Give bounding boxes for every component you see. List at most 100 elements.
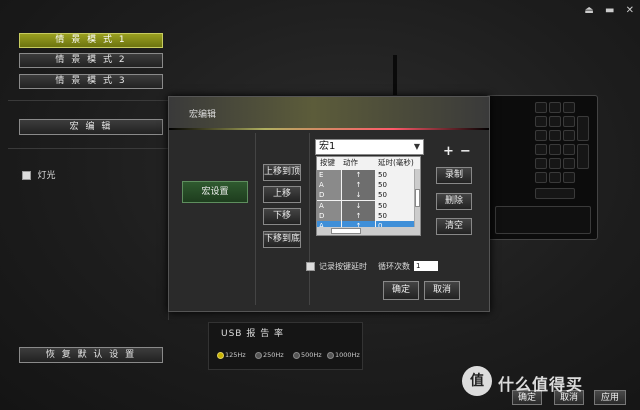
- cell-delay: 50: [378, 171, 387, 179]
- cell-action: ↑: [342, 170, 375, 180]
- mode-1-button[interactable]: 情 景 模 式 1: [19, 33, 163, 48]
- rate-option-125[interactable]: 125Hz: [217, 351, 246, 359]
- chevron-down-icon[interactable]: ▼: [414, 140, 420, 154]
- light-toggle[interactable]: 灯光: [22, 168, 56, 181]
- cell-action: ↑: [342, 180, 375, 191]
- table-row[interactable]: A ↓ 50: [317, 200, 416, 211]
- radio-icon[interactable]: [327, 351, 334, 359]
- add-macro-button[interactable]: +: [443, 144, 460, 159]
- dialog-header: 宏编辑: [169, 97, 489, 130]
- wrist-rest: [495, 206, 591, 234]
- sidebar-divider: [8, 100, 168, 101]
- cell-delay: 50: [378, 211, 387, 220]
- close-icon[interactable]: ✕: [626, 5, 634, 16]
- dialog-cancel-button[interactable]: 取消: [424, 281, 460, 300]
- key: [535, 188, 575, 199]
- key: [563, 102, 575, 113]
- macro-select-value: 宏1: [319, 141, 336, 152]
- table-row[interactable]: D ↓ 50: [317, 190, 416, 201]
- remove-macro-button[interactable]: −: [460, 144, 477, 159]
- mode-3-button[interactable]: 情 景 模 式 3: [19, 74, 163, 89]
- cell-action: ↓: [342, 190, 375, 201]
- macro-edit-dialog: 宏编辑 宏设置 上移到顶 上移 下移 下移到底 宏1 ▼ +− 按键 动作 延时…: [168, 96, 490, 312]
- rate-option-250[interactable]: 250Hz: [255, 351, 284, 359]
- key: [549, 144, 561, 155]
- macro-select[interactable]: 宏1 ▼: [315, 139, 424, 155]
- key: [577, 144, 589, 169]
- key: [577, 116, 589, 141]
- cell-key: A: [317, 180, 341, 191]
- cell-delay: 50: [378, 201, 387, 210]
- rate-label: 1000Hz: [335, 351, 360, 359]
- radio-icon[interactable]: [217, 351, 224, 359]
- move-to-top-button[interactable]: 上移到顶: [263, 164, 301, 181]
- delete-button[interactable]: 删除: [436, 193, 472, 210]
- scroll-thumb[interactable]: [415, 189, 420, 207]
- keyboard-cable: [393, 55, 397, 95]
- minimize-icon[interactable]: ▬: [605, 5, 614, 16]
- dialog-divider: [255, 133, 256, 305]
- col-header-delay: 延时(毫秒): [378, 158, 414, 167]
- table-row[interactable]: D ↑ 50: [317, 210, 416, 221]
- key: [563, 144, 575, 155]
- watermark-text: 什么值得买: [498, 375, 584, 394]
- restore-defaults-button[interactable]: 恢 复 默 认 设 置: [19, 347, 163, 363]
- watermark-logo: 值: [462, 366, 492, 396]
- record-delay-checkbox[interactable]: [306, 262, 315, 271]
- horizontal-scrollbar[interactable]: [317, 227, 420, 235]
- rate-label: 500Hz: [301, 351, 322, 359]
- key: [563, 130, 575, 141]
- key: [535, 172, 547, 183]
- key: [549, 172, 561, 183]
- cell-key: A: [317, 200, 341, 211]
- usb-report-rate-title: USB 报 告 率: [221, 329, 285, 339]
- rate-option-500[interactable]: 500Hz: [293, 351, 322, 359]
- col-header-action: 动作: [343, 158, 358, 167]
- radio-icon[interactable]: [293, 351, 300, 359]
- table-row[interactable]: E ↑ 50: [317, 170, 416, 180]
- table-row[interactable]: A ↑ 50: [317, 180, 416, 191]
- macro-settings-button[interactable]: 宏设置: [182, 181, 248, 203]
- radio-icon[interactable]: [255, 351, 262, 359]
- window-controls: ⏏ ▬ ✕: [576, 5, 634, 16]
- header-glow: [169, 128, 489, 130]
- cell-delay: 50: [378, 191, 387, 200]
- watermark: 值 什么值得买: [462, 366, 632, 398]
- add-remove-controls: +−: [443, 144, 477, 159]
- cell-key: D: [317, 190, 341, 201]
- clear-button[interactable]: 清空: [436, 218, 472, 235]
- key: [549, 116, 561, 127]
- usb-report-rate-panel: USB 报 告 率 125Hz 250Hz 500Hz 1000Hz: [208, 322, 363, 370]
- move-down-button[interactable]: 下移: [263, 208, 301, 225]
- key: [563, 158, 575, 169]
- cell-key: E: [317, 170, 341, 180]
- scroll-thumb[interactable]: [331, 228, 361, 234]
- sidebar-divider: [8, 148, 168, 149]
- key: [535, 144, 547, 155]
- dialog-title: 宏编辑: [189, 110, 217, 120]
- light-label: 灯光: [37, 171, 56, 181]
- cell-delay: 50: [378, 181, 387, 190]
- key: [563, 116, 575, 127]
- dialog-ok-button[interactable]: 确定: [383, 281, 419, 300]
- key: [549, 102, 561, 113]
- key: [535, 130, 547, 141]
- record-button[interactable]: 录制: [436, 167, 472, 184]
- record-delay-label: 记录按键延时: [319, 262, 367, 271]
- mode-2-button[interactable]: 情 景 模 式 2: [19, 53, 163, 68]
- loop-count-input[interactable]: 1: [414, 261, 438, 271]
- move-to-bottom-button[interactable]: 下移到底: [263, 231, 301, 248]
- macro-steps-table[interactable]: 按键 动作 延时(毫秒) E ↑ 50 A ↑ 50 D ↓ 50 A ↓ 50 D ↑ 50 A ↑ 0: [316, 156, 421, 236]
- vertical-scrollbar[interactable]: [414, 169, 420, 227]
- dialog-divider: [309, 133, 310, 305]
- rate-label: 250Hz: [263, 351, 284, 359]
- eject-icon[interactable]: ⏏: [584, 5, 593, 16]
- key: [535, 158, 547, 169]
- key: [535, 102, 547, 113]
- macro-edit-button[interactable]: 宏 编 辑: [19, 119, 163, 135]
- light-checkbox[interactable]: [22, 170, 31, 180]
- rate-option-1000[interactable]: 1000Hz: [327, 351, 360, 359]
- key: [535, 116, 547, 127]
- move-up-button[interactable]: 上移: [263, 186, 301, 203]
- cell-key: D: [317, 210, 341, 221]
